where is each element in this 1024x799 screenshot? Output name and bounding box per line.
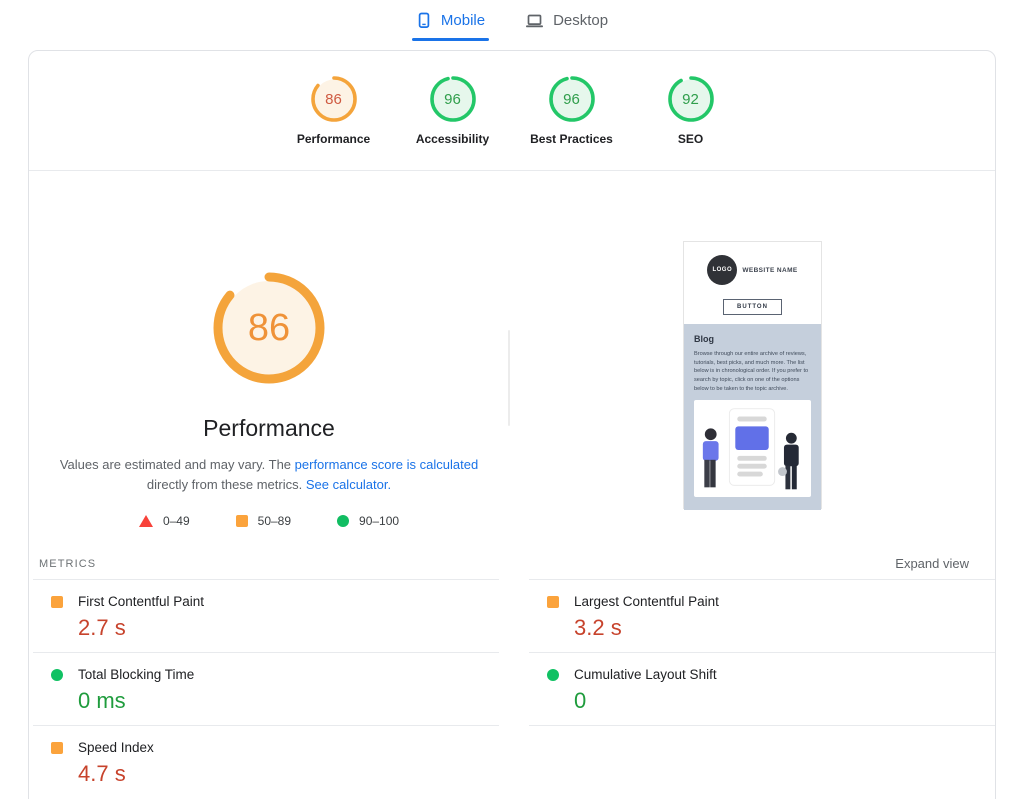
performance-gauge-label: Performance [297,132,370,146]
best-practices-gauge-label: Best Practices [530,132,613,146]
score-legend: 0–49 50–89 90–100 [139,514,399,528]
screenshot-column: LOGO WEBSITE NAME BUTTON Blog Browse thr… [510,171,995,542]
metric-cumulative-layout-shift: Cumulative Layout Shift 0 [529,653,995,726]
metric-value: 2.7 s [78,615,499,641]
legend-average-label: 50–89 [258,514,291,528]
green-circle-icon [337,515,349,527]
metric-status-icon [547,596,559,608]
metrics-right-column: Largest Contentful Paint 3.2 s Cumulativ… [529,579,995,799]
legend-pass-range: 90–100 [337,514,399,528]
category-score-accessibility[interactable]: 96 Accessibility [393,75,512,146]
metric-status-icon [547,669,559,681]
main-performance-score: 86 [209,268,329,388]
thumb-logo: LOGO [707,255,737,285]
thumb-header: LOGO WEBSITE NAME [707,255,797,285]
performance-heading: Performance [203,415,335,442]
metrics-left-column: First Contentful Paint 2.7 s Total Block… [33,579,499,799]
metric-value: 0 ms [78,688,499,714]
metric-status-icon [51,596,63,608]
page-screenshot-thumbnail[interactable]: LOGO WEBSITE NAME BUTTON Blog Browse thr… [683,241,822,509]
accessibility-score: 96 [429,75,477,123]
legend-pass-label: 90–100 [359,514,399,528]
thumb-button: BUTTON [723,299,782,315]
device-tabbar: Mobile Desktop [0,0,1024,48]
score-disclaimer: Values are estimated and may vary. The p… [51,455,487,495]
category-score-best-practices[interactable]: 96 Best Practices [512,75,631,146]
tab-desktop[interactable]: Desktop [523,8,610,41]
thumb-blog-paragraph: Browse through our entire archive of rev… [694,350,811,393]
active-tab-underline [412,38,489,41]
metric-status-icon [51,669,63,681]
tab-desktop-label: Desktop [553,12,608,29]
performance-summary-column: 86 Performance Values are estimated and … [29,171,509,542]
metric-speed-index: Speed Index 4.7 s [33,726,499,799]
performance-score-link[interactable]: performance score is calculated [295,457,479,472]
performance-summary-area: 86 Performance Values are estimated and … [29,171,995,542]
pagespeed-report: Mobile Desktop 86 Per [0,0,1024,799]
report-card: 86 Performance 96 Accessibility [28,50,996,799]
see-calculator-link[interactable]: See calculator. [306,477,391,492]
seo-gauge-label: SEO [678,132,703,146]
best-practices-gauge: 96 [548,75,596,123]
metric-label: First Contentful Paint [78,594,204,609]
legend-fail-label: 0–49 [163,514,190,528]
disclaimer-text-1: Values are estimated and may vary. The [60,457,295,472]
thumb-illustration [694,400,811,497]
seo-gauge: 92 [667,75,715,123]
performance-gauge: 86 [310,75,358,123]
metric-label: Largest Contentful Paint [574,594,719,609]
accessibility-gauge: 96 [429,75,477,123]
category-score-seo[interactable]: 92 SEO [631,75,750,146]
metric-total-blocking-time: Total Blocking Time 0 ms [33,653,499,726]
metric-value: 3.2 s [574,615,995,641]
metric-value: 4.7 s [78,761,499,787]
desktop-laptop-icon [525,13,544,29]
mobile-phone-icon [416,12,432,29]
legend-fail-range: 0–49 [139,514,190,528]
metric-first-contentful-paint: First Contentful Paint 2.7 s [33,580,499,653]
metrics-title: METRICS [39,558,96,570]
category-score-performance[interactable]: 86 Performance [274,75,393,146]
category-scores-row: 86 Performance 96 Accessibility [29,51,995,170]
red-triangle-icon [139,515,153,527]
orange-square-icon [236,515,248,527]
metrics-section: METRICS Expand view First Contentful Pai… [29,542,995,799]
metric-status-icon [51,742,63,754]
metric-label: Speed Index [78,740,154,755]
thumb-blog-title: Blog [694,334,811,344]
metric-value: 0 [574,688,995,714]
tab-mobile[interactable]: Mobile [414,8,487,41]
thumb-blog-panel: Blog Browse through our entire archive o… [684,324,821,510]
tab-mobile-label: Mobile [441,12,485,29]
accessibility-gauge-label: Accessibility [416,132,489,146]
metrics-header: METRICS Expand view [33,542,995,579]
metric-label: Total Blocking Time [78,667,194,682]
expand-view-button[interactable]: Expand view [895,556,969,571]
disclaimer-text-2: directly from these metrics. [147,477,306,492]
thumb-site-name: WEBSITE NAME [742,267,797,274]
best-practices-score: 96 [548,75,596,123]
performance-score: 86 [310,75,358,123]
seo-score: 92 [667,75,715,123]
legend-average-range: 50–89 [236,514,291,528]
metric-largest-contentful-paint: Largest Contentful Paint 3.2 s [529,580,995,653]
metrics-grid: First Contentful Paint 2.7 s Total Block… [33,579,995,799]
metric-label: Cumulative Layout Shift [574,667,717,682]
main-performance-gauge: 86 [209,268,329,388]
